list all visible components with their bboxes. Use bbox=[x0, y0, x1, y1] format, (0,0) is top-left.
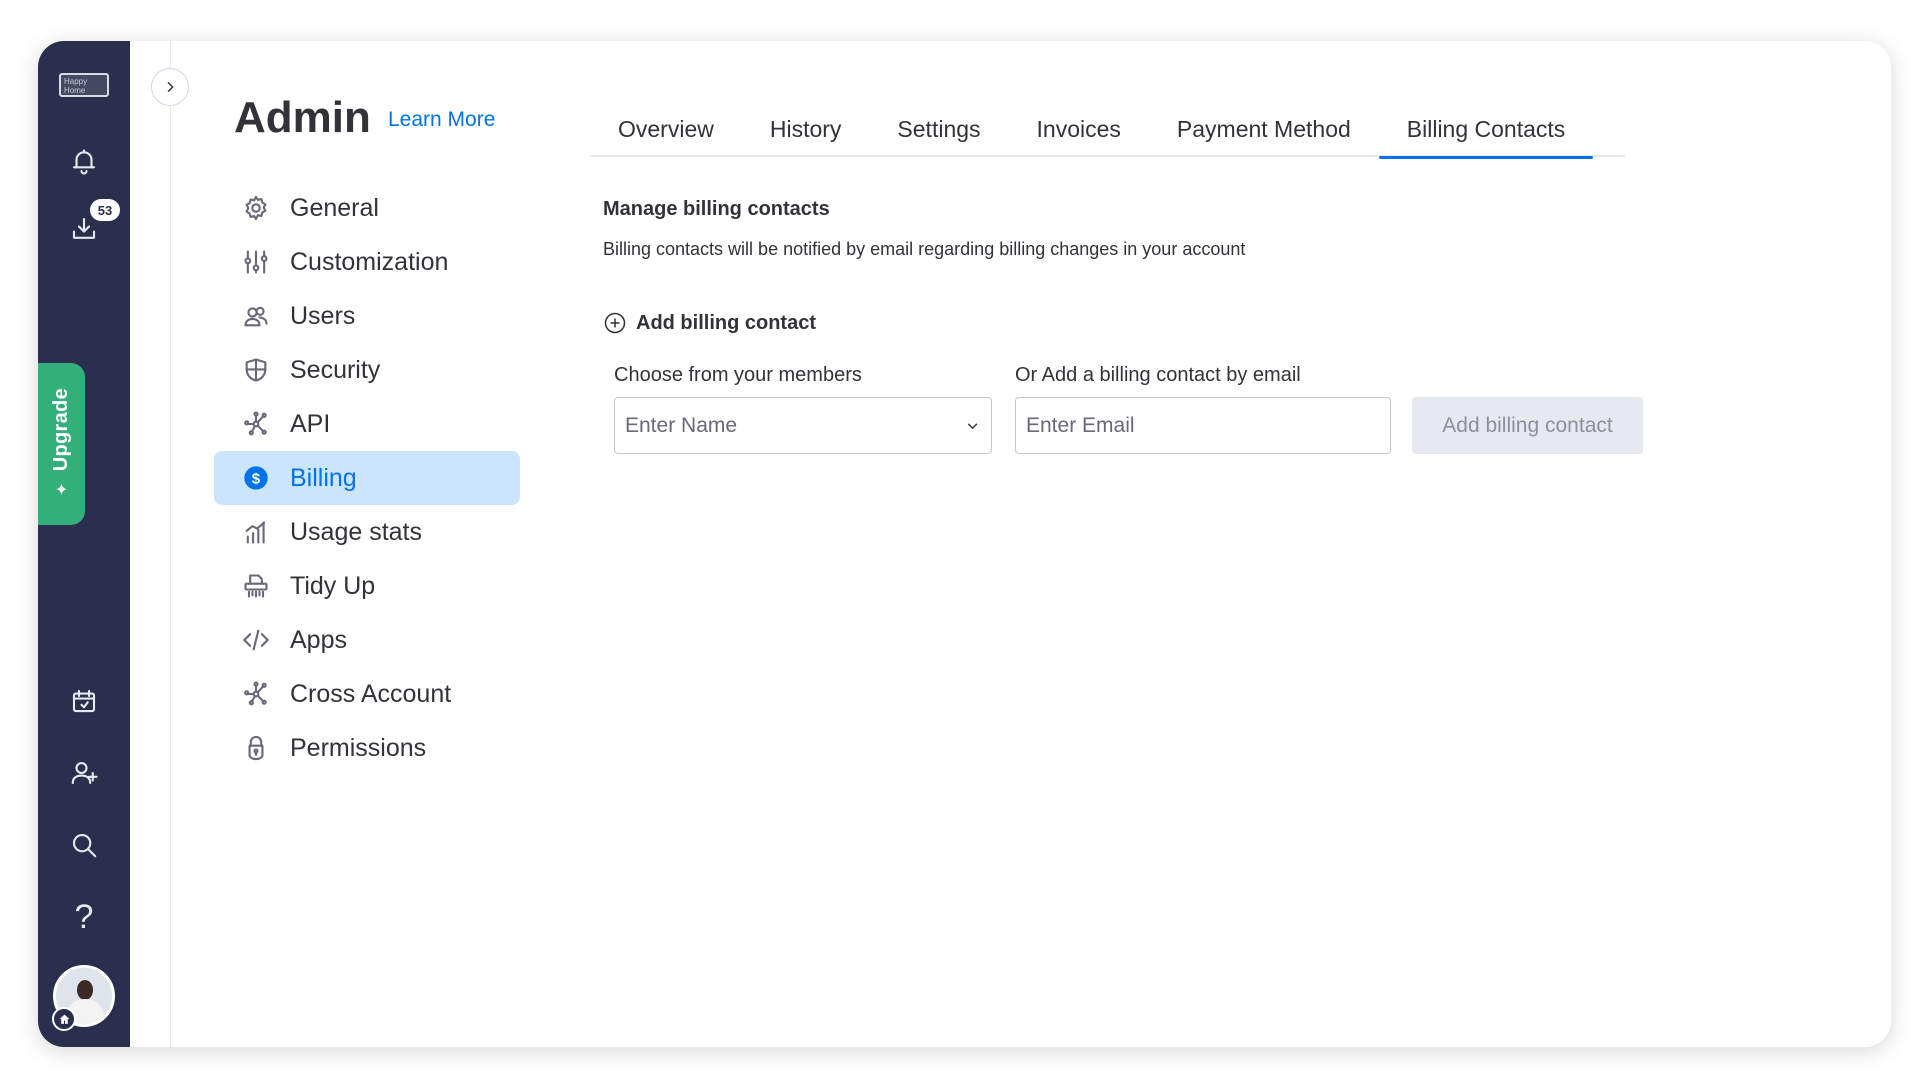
nav-item-label: Users bbox=[290, 301, 356, 330]
invite-members-button[interactable] bbox=[62, 751, 106, 795]
member-name-input[interactable] bbox=[625, 413, 964, 438]
tab-invoices[interactable]: Invoices bbox=[1009, 101, 1149, 157]
nav-item-label: Cross Account bbox=[290, 679, 452, 708]
add-user-icon bbox=[71, 761, 98, 785]
home-badge bbox=[52, 1007, 76, 1031]
nav-item-cross-account[interactable]: Cross Account bbox=[214, 667, 520, 721]
expand-sidebar-button[interactable] bbox=[151, 68, 189, 106]
home-icon bbox=[59, 1014, 69, 1024]
lock-icon bbox=[242, 734, 270, 762]
left-rail: Happy Home 53 Upgrade ✦ ? bbox=[38, 41, 130, 1047]
my-work-button[interactable] bbox=[62, 679, 106, 723]
code-icon bbox=[242, 626, 270, 654]
nav-item-label: API bbox=[290, 409, 331, 438]
plus-circle-icon bbox=[604, 312, 626, 334]
bell-icon bbox=[72, 149, 96, 175]
nav-item-customization[interactable]: Customization bbox=[214, 235, 520, 289]
sliders-icon bbox=[242, 248, 270, 276]
email-input[interactable] bbox=[1026, 413, 1380, 438]
search-icon bbox=[72, 833, 97, 858]
page-title: Admin bbox=[234, 93, 371, 142]
nav-item-label: Apps bbox=[290, 625, 347, 654]
sparkle-icon: ✦ bbox=[54, 481, 69, 499]
api-icon bbox=[242, 410, 270, 438]
search-button[interactable] bbox=[62, 823, 106, 867]
nav-item-usage-stats[interactable]: Usage stats bbox=[214, 505, 520, 559]
nav-item-label: Customization bbox=[290, 247, 449, 276]
nav-item-label: Tidy Up bbox=[290, 571, 376, 600]
notification-count-badge: 53 bbox=[90, 199, 120, 221]
chevron-right-icon bbox=[167, 81, 174, 93]
members-label: Choose from your members bbox=[614, 364, 862, 386]
network-icon bbox=[242, 680, 270, 708]
avatar-head bbox=[77, 980, 93, 1000]
learn-more-link[interactable]: Learn More bbox=[388, 108, 495, 132]
admin-settings-nav: General Customization Users Security API… bbox=[214, 181, 520, 775]
nav-item-billing[interactable]: $ Billing bbox=[214, 451, 520, 505]
nav-item-users[interactable]: Users bbox=[214, 289, 520, 343]
email-field[interactable] bbox=[1015, 397, 1391, 454]
nav-item-label: Security bbox=[290, 355, 381, 384]
shield-icon bbox=[242, 356, 270, 384]
nav-item-api[interactable]: API bbox=[214, 397, 520, 451]
svg-text:$: $ bbox=[252, 470, 261, 487]
help-button[interactable]: ? bbox=[62, 895, 106, 939]
nav-item-label: General bbox=[290, 193, 379, 222]
question-mark-icon: ? bbox=[74, 897, 94, 936]
gear-icon bbox=[242, 194, 270, 222]
email-label: Or Add a billing contact by email bbox=[1015, 364, 1301, 386]
add-billing-contact-label: Add billing contact bbox=[636, 311, 816, 334]
calendar-check-icon bbox=[72, 689, 96, 713]
nav-item-apps[interactable]: Apps bbox=[214, 613, 520, 667]
nav-item-permissions[interactable]: Permissions bbox=[214, 721, 520, 775]
users-icon bbox=[242, 302, 270, 330]
upgrade-button[interactable]: Upgrade ✦ bbox=[38, 363, 85, 525]
billing-tabs: Overview History Settings Invoices Payme… bbox=[590, 101, 1625, 159]
shredder-icon bbox=[242, 572, 270, 600]
nav-item-tidy-up[interactable]: Tidy Up bbox=[214, 559, 520, 613]
section-title: Manage billing contacts bbox=[603, 198, 830, 220]
add-billing-contact-button[interactable]: Add billing contact bbox=[1412, 397, 1643, 454]
section-description: Billing contacts will be notified by ema… bbox=[603, 239, 1246, 259]
member-name-dropdown[interactable] bbox=[614, 397, 992, 454]
admin-window: Happy Home 53 Upgrade ✦ ? Admin Learn Mo… bbox=[38, 41, 1891, 1047]
dollar-icon: $ bbox=[242, 464, 270, 492]
nav-item-security[interactable]: Security bbox=[214, 343, 520, 397]
tab-billing-contacts[interactable]: Billing Contacts bbox=[1378, 101, 1594, 159]
notifications-button[interactable] bbox=[62, 139, 106, 183]
tab-overview[interactable]: Overview bbox=[590, 101, 742, 157]
nav-item-label: Billing bbox=[290, 463, 357, 492]
sidebar-divider bbox=[170, 41, 171, 1047]
nav-item-label: Permissions bbox=[290, 733, 427, 762]
nav-item-label: Usage stats bbox=[290, 517, 423, 546]
tab-settings[interactable]: Settings bbox=[869, 101, 1008, 157]
nav-item-general[interactable]: General bbox=[214, 181, 520, 235]
upgrade-label: Upgrade bbox=[50, 388, 72, 472]
workspace-logo[interactable]: Happy Home bbox=[59, 73, 109, 97]
chevron-down-icon bbox=[967, 422, 978, 429]
tab-payment-method[interactable]: Payment Method bbox=[1149, 101, 1379, 157]
bar-chart-icon bbox=[242, 518, 270, 546]
tab-history[interactable]: History bbox=[742, 101, 870, 157]
add-billing-contact-link[interactable]: Add billing contact bbox=[603, 311, 816, 335]
